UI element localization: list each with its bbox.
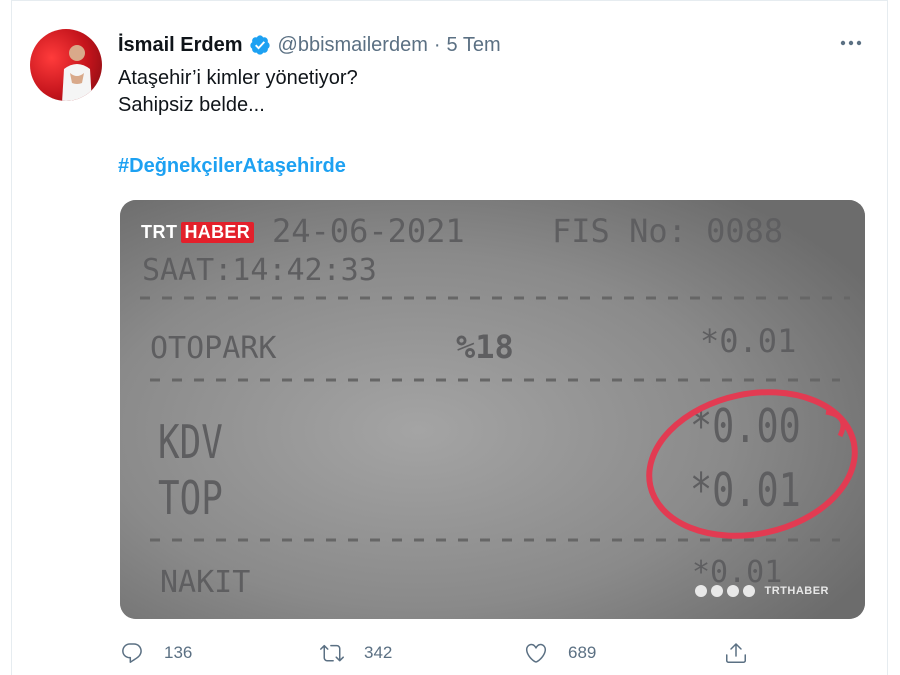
receipt-photo: 24-06-2021 FIS No: 0088 SAAT:14:42:33 OT… xyxy=(120,200,865,619)
receipt-date: 24-06-2021 xyxy=(272,212,465,250)
tweet-actions: 136 342 689 xyxy=(120,641,750,667)
receipt-time: SAAT:14:42:33 xyxy=(142,253,377,288)
receipt-cash-label: NAKIT xyxy=(160,565,250,600)
logo-haber-text: HABER xyxy=(180,221,255,243)
reply-icon xyxy=(122,643,142,663)
tweet-header: İsmail Erdem @bbismailerdem · 5 Tem xyxy=(118,32,501,58)
retweet-icon xyxy=(320,644,344,662)
author-name[interactable]: İsmail Erdem xyxy=(118,34,243,57)
more-icon[interactable] xyxy=(837,33,865,53)
reply-count: 136 xyxy=(164,643,193,662)
tweet-text-line: Ataşehir’i kimler yönetiyor? xyxy=(118,67,358,89)
like-button[interactable]: 689 xyxy=(524,641,596,665)
share-icon xyxy=(726,643,746,663)
like-count: 689 xyxy=(568,643,597,662)
tweet-card[interactable]: İsmail Erdem @bbismailerdem · 5 Tem Ataş… xyxy=(11,0,888,675)
twitter-icon xyxy=(710,585,723,597)
receipt-fis-number: FIS No: 0088 xyxy=(552,212,783,250)
like-icon xyxy=(525,643,547,663)
tweet-text-line: Sahipsiz belde... xyxy=(118,94,265,116)
instagram-icon xyxy=(726,585,739,597)
tweet-text: Ataşehir’i kimler yönetiyor? Sahipsiz be… xyxy=(118,65,358,119)
tweet-media-image[interactable]: 24-06-2021 FIS No: 0088 SAAT:14:42:33 OT… xyxy=(120,200,865,619)
receipt-item-amount: *0.01 xyxy=(700,322,796,360)
avatar-figure-icon xyxy=(62,45,92,101)
receipt-vat-rate: %18 xyxy=(456,328,514,366)
logo-trt-text: TRT xyxy=(141,221,178,242)
author-handle[interactable]: @bbismailerdem xyxy=(278,34,428,57)
retweet-count: 342 xyxy=(364,643,393,662)
watermark-text: TRTHABER xyxy=(764,585,829,597)
receipt-kdv-label: KDV xyxy=(158,416,223,470)
author-avatar[interactable] xyxy=(30,29,102,101)
header-separator: · xyxy=(433,33,441,56)
retweet-button[interactable]: 342 xyxy=(320,641,392,665)
verified-badge-icon xyxy=(249,35,270,55)
trt-haber-logo: TRT HABER xyxy=(138,220,255,244)
receipt-top-amount: *0.01 xyxy=(690,463,801,517)
reply-button[interactable]: 136 xyxy=(120,641,192,665)
share-button[interactable] xyxy=(724,641,768,665)
media-watermark: TRTHABER xyxy=(694,585,830,597)
youtube-icon xyxy=(742,585,755,597)
receipt-top-label: TOP xyxy=(158,472,223,526)
tweet-date[interactable]: 5 Tem xyxy=(447,34,501,57)
hashtag-link[interactable]: #DeğnekçilerAtaşehirde xyxy=(118,155,346,178)
facebook-icon xyxy=(694,585,707,597)
receipt-item-label: OTOPARK xyxy=(150,331,276,366)
